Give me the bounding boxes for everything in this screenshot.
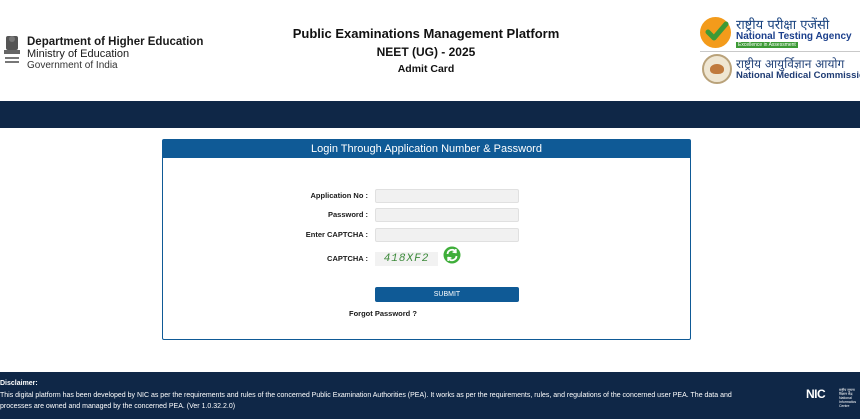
login-panel: Login Through Application Number & Passw… xyxy=(162,139,691,340)
application-no-label: Application No : xyxy=(310,191,369,200)
nmc-emblem-icon xyxy=(702,54,732,84)
nmc-english-name: National Medical Commission xyxy=(736,70,860,81)
forgot-password-link[interactable]: Forgot Password ? xyxy=(349,309,417,318)
nav-bar xyxy=(0,101,860,128)
page-title-block: Public Examinations Management Platform … xyxy=(250,26,602,77)
department-block: Department of Higher Education Ministry … xyxy=(27,36,203,71)
password-input[interactable] xyxy=(375,208,519,222)
login-panel-title: Login Through Application Number & Passw… xyxy=(163,140,690,158)
ministry-name: Ministry of Education xyxy=(27,48,130,60)
enter-captcha-row: Enter CAPTCHA : xyxy=(163,228,690,242)
captcha-row: CAPTCHA : 418XF2 xyxy=(163,246,690,266)
application-no-input[interactable] xyxy=(375,189,519,203)
disclaimer-title: Disclaimer: xyxy=(0,380,38,387)
nmc-logo: राष्ट्रीय आयुर्विज्ञान आयोग National Med… xyxy=(702,54,860,84)
nta-english-name: National Testing Agency xyxy=(736,31,852,42)
logo-divider xyxy=(700,51,860,52)
national-emblem-icon xyxy=(4,36,20,63)
password-label: Password : xyxy=(327,210,368,219)
captcha-label: CAPTCHA : xyxy=(327,254,368,263)
government-name: Government of India xyxy=(27,60,118,71)
application-no-row: Application No : xyxy=(163,189,690,203)
page-header: Department of Higher Education Ministry … xyxy=(0,0,860,101)
nta-logo: राष्ट्रीय परीक्षा एजेंसी National Testin… xyxy=(700,15,860,51)
refresh-captcha-icon[interactable] xyxy=(443,246,461,264)
nic-hindi-text: राष्ट्रीय सूचना विज्ञान केंद्र xyxy=(839,388,855,396)
document-title: Admit Card xyxy=(397,63,455,75)
page-footer: Disclaimer: This digital platform has be… xyxy=(0,372,860,419)
department-name: Department of Higher Education xyxy=(27,36,204,48)
nic-small-text: राष्ट्रीय सूचना विज्ञान केंद्र National … xyxy=(839,388,859,408)
exam-title: NEET (UG) - 2025 xyxy=(376,45,476,59)
captcha-input[interactable] xyxy=(375,228,519,242)
enter-captcha-label: Enter CAPTCHA : xyxy=(305,230,368,239)
nic-english-text: National Informatics Centre xyxy=(839,396,857,408)
platform-title: Public Examinations Management Platform xyxy=(292,26,560,41)
nta-tagline: Excellence in Assessment xyxy=(736,42,798,48)
captcha-image: 418XF2 xyxy=(375,252,438,266)
check-icon xyxy=(705,21,729,41)
password-row: Password : xyxy=(163,208,690,222)
submit-button[interactable]: SUBMIT xyxy=(375,287,519,302)
disclaimer-text: This digital platform has been developed… xyxy=(0,392,732,410)
nic-logo: NIC राष्ट्रीय सूचना विज्ञान केंद्र Natio… xyxy=(806,387,859,408)
nic-logo-text: NIC xyxy=(806,387,826,401)
